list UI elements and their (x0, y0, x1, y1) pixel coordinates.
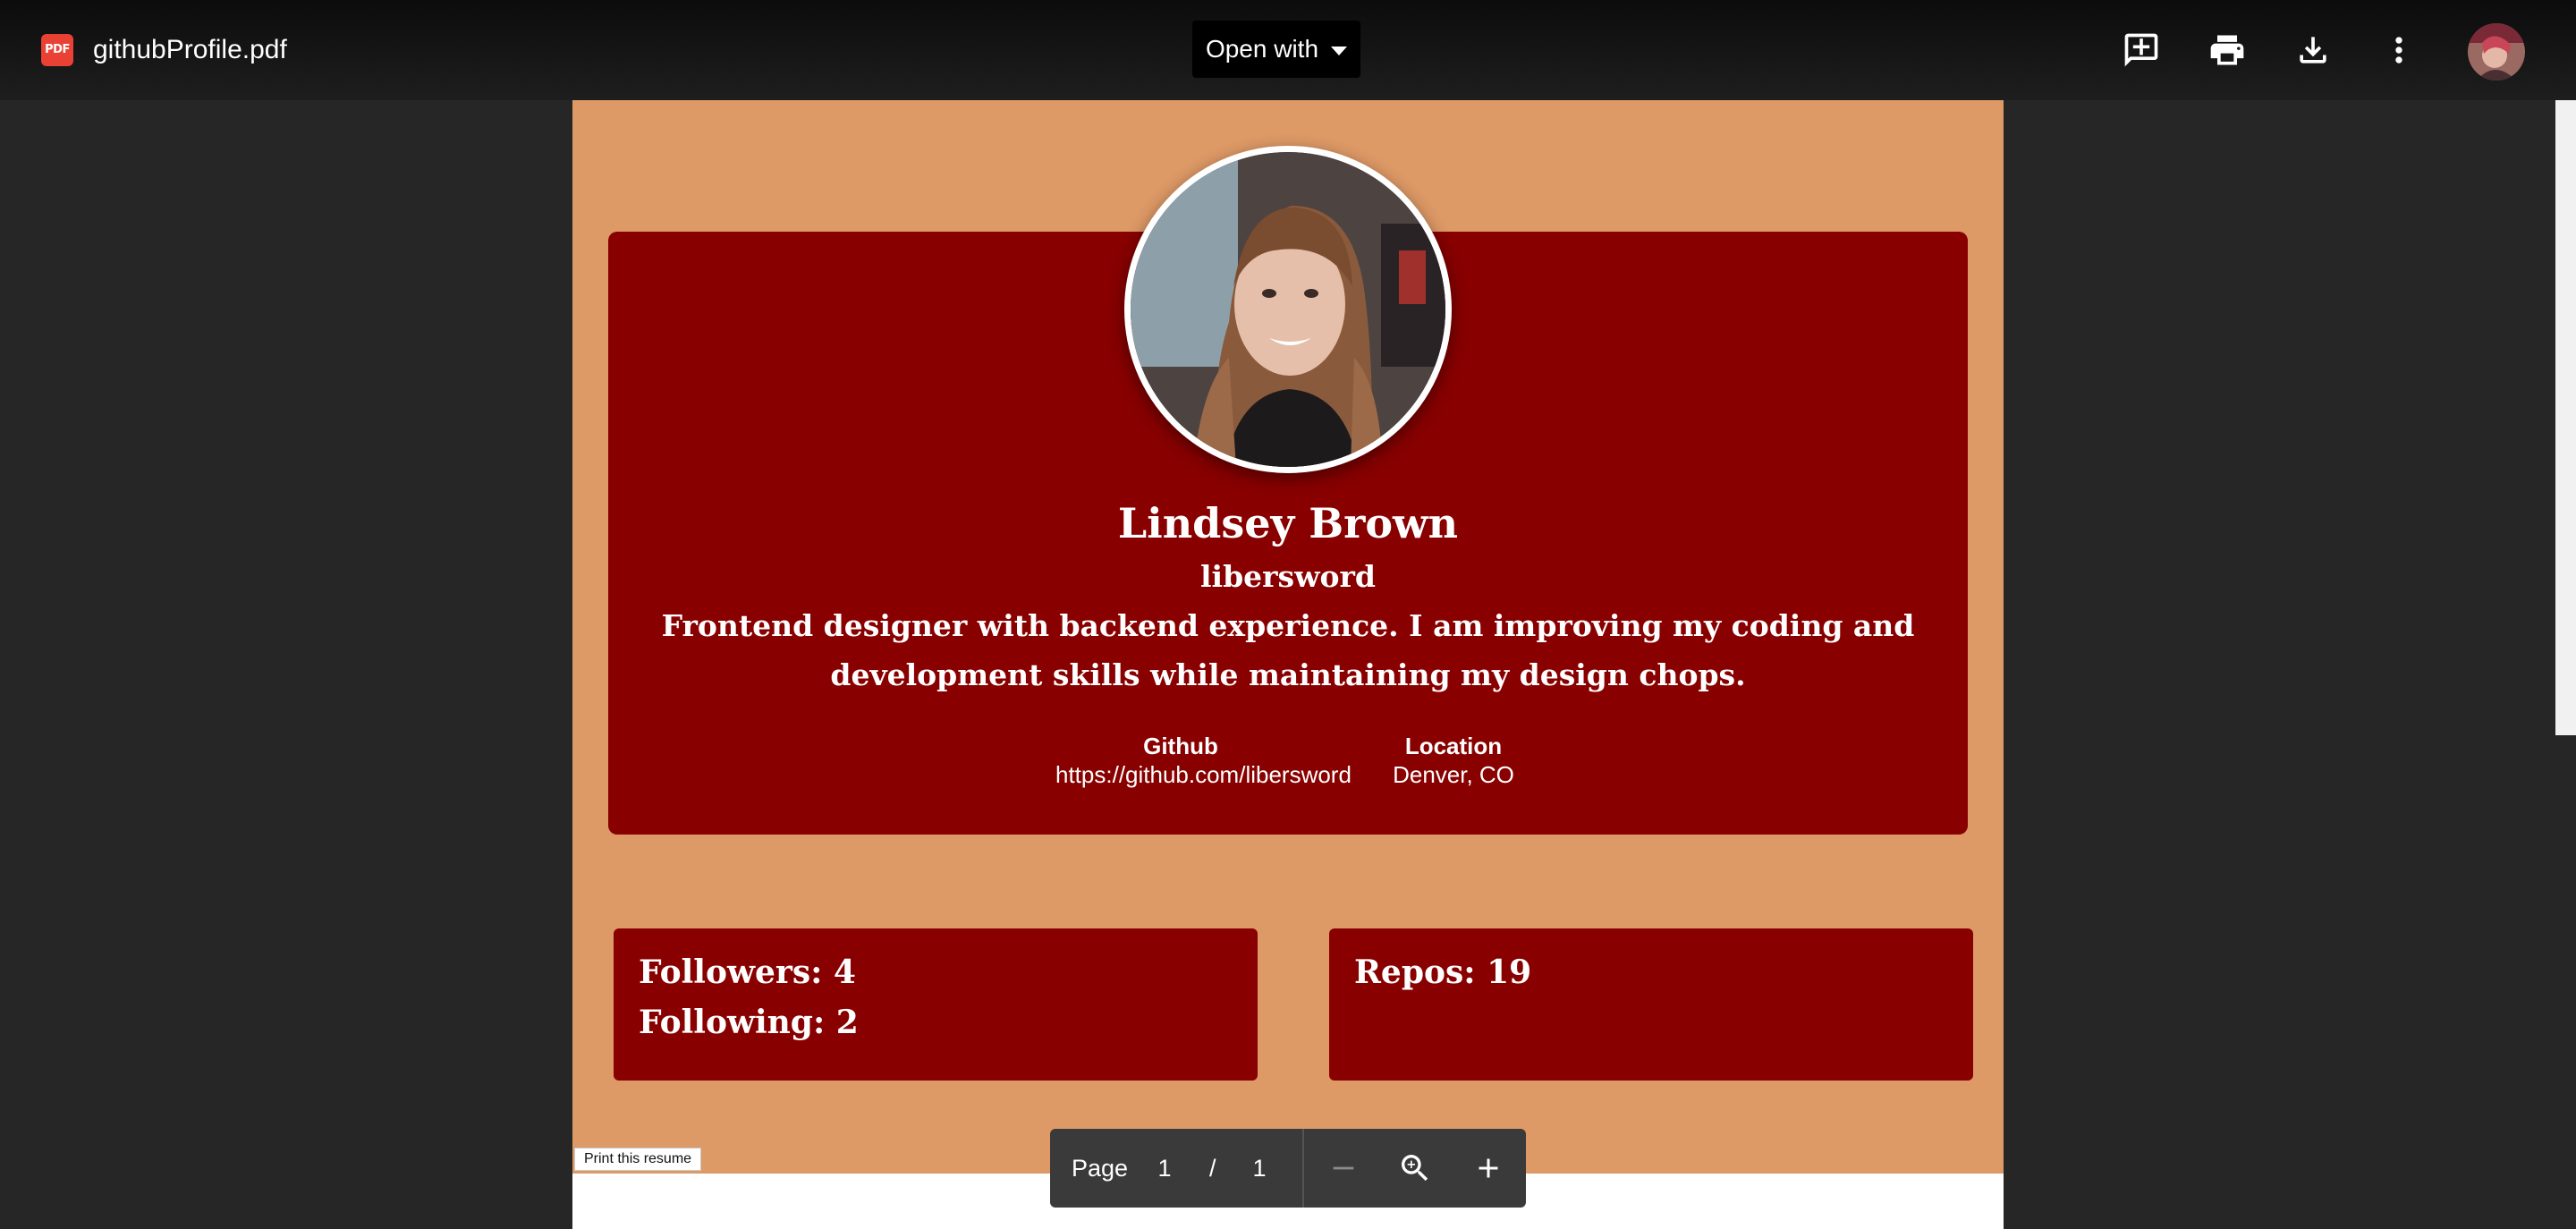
profile-photo (1124, 146, 1452, 473)
zoom-in-icon (1479, 1158, 1498, 1178)
page-number-input[interactable]: 1 (1150, 1152, 1179, 1184)
profile-bio: Frontend designer with backend experienc… (661, 608, 1915, 692)
scrollbar-thumb[interactable] (2555, 100, 2576, 735)
zoom-out-button[interactable] (1322, 1147, 1365, 1190)
account-avatar-image (2468, 23, 2525, 81)
page-controls: Page 1 / 1 (1050, 1129, 1526, 1208)
followers-count: Followers: 4 (639, 954, 856, 991)
location-label: Location (1404, 733, 1503, 759)
following-count: Following: 2 (639, 1004, 859, 1041)
more-options-button[interactable] (2372, 23, 2426, 77)
location-value: Denver, CO (1393, 761, 1514, 788)
zoom-in-button[interactable] (1467, 1147, 1510, 1190)
open-with-button[interactable]: Open with (1192, 21, 1360, 78)
download-icon (2300, 37, 2326, 64)
profile-username: libersword (1200, 559, 1376, 594)
zoom-fit-icon (1402, 1155, 1428, 1182)
page-total: 1 (1252, 1155, 1267, 1182)
repos-card: Repos: 19 (1329, 928, 1973, 1081)
add-comment-icon (2124, 33, 2158, 67)
account-avatar[interactable] (2468, 23, 2525, 81)
page-separator: / (1209, 1155, 1216, 1182)
zoom-fit-button[interactable] (1394, 1147, 1436, 1190)
pdf-file-icon: PDF (41, 34, 73, 66)
profile-name: Lindsey Brown (1117, 499, 1459, 547)
add-comment-button[interactable] (2114, 23, 2168, 77)
repos-count: Repos: 19 (1354, 954, 1532, 991)
pdf-viewer: PDF githubProfile.pdf Open with Lindsey … (0, 0, 2576, 1229)
location-info: Location Denver, CO (1386, 732, 1521, 789)
profile-photo-image (1131, 152, 1445, 467)
caret-down-icon (1331, 47, 1348, 55)
controls-divider (1302, 1129, 1304, 1208)
print-icon (2210, 35, 2244, 65)
print-button[interactable] (2200, 23, 2254, 77)
github-link[interactable]: https://github.com/libersword (1055, 760, 1352, 789)
zoom-out-icon (1333, 1166, 1354, 1170)
page-label: Page (1072, 1155, 1129, 1182)
github-label: Github (1143, 733, 1218, 759)
github-info: Github https://github.com/libersword (1055, 732, 1352, 789)
more-vert-icon (2395, 37, 2402, 64)
print-resume-button[interactable]: Print this resume (574, 1148, 702, 1171)
top-toolbar: PDF githubProfile.pdf Open with (0, 0, 2576, 100)
file-name: githubProfile.pdf (93, 35, 287, 64)
open-with-label: Open with (1205, 35, 1319, 63)
followers-card: Followers: 4 Following: 2 (614, 928, 1258, 1081)
pdf-page: Lindsey Brown libersword Frontend design… (572, 100, 2004, 1229)
download-button[interactable] (2286, 23, 2340, 77)
